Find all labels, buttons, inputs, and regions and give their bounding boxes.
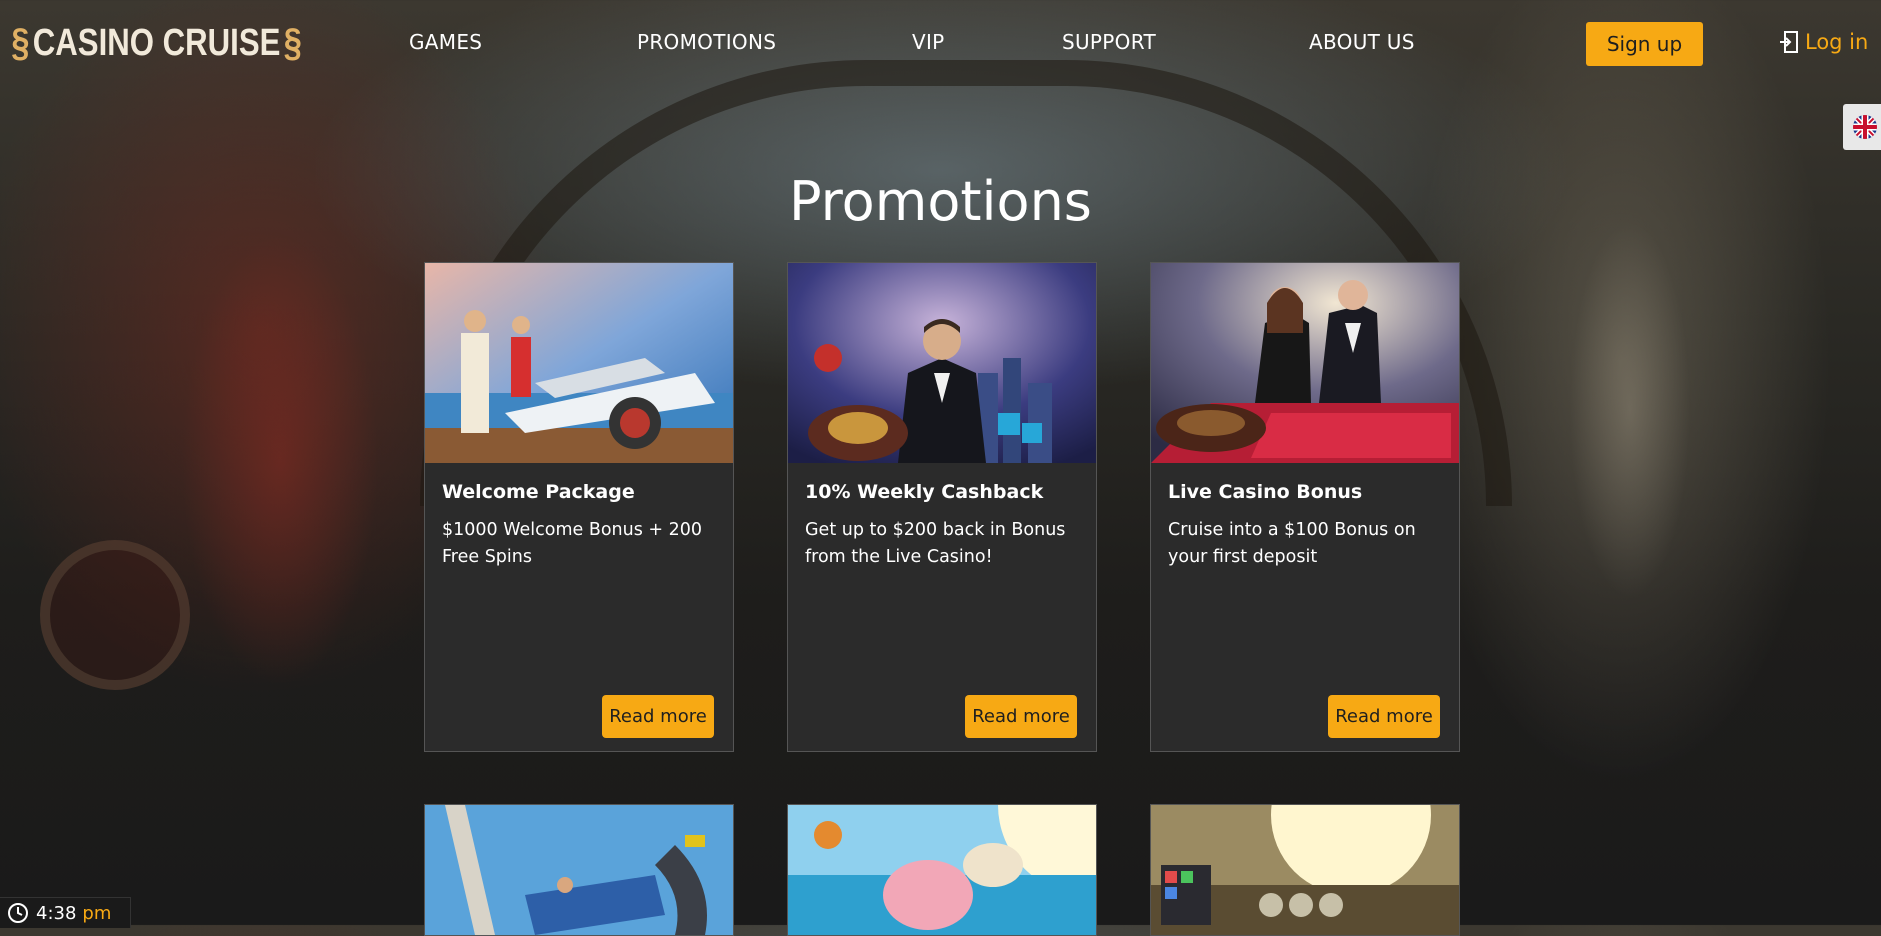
- uk-flag-icon: [1853, 115, 1877, 139]
- promo-image-roulette-table[interactable]: [1151, 263, 1459, 463]
- nav-games[interactable]: GAMES: [409, 30, 482, 54]
- nav-promotions[interactable]: PROMOTIONS: [637, 30, 776, 54]
- nav-vip[interactable]: VIP: [912, 30, 945, 54]
- promo-description: $1000 Welcome Bonus + 200 Free Spins: [442, 520, 703, 567]
- promo-card-live-casino-bonus: Live Casino Bonus Cruise into a $100 Bon…: [1150, 262, 1460, 752]
- promo-card-lower-3[interactable]: [1150, 804, 1460, 936]
- read-more-button[interactable]: Read more: [965, 695, 1077, 738]
- clock-icon: [8, 903, 28, 923]
- clock-ampm: pm: [82, 902, 112, 924]
- promo-description: Cruise into a $100 Bonus on your first d…: [1168, 520, 1416, 567]
- promo-card-lower-2[interactable]: [787, 804, 1097, 936]
- log-in-link[interactable]: Log in: [1779, 30, 1868, 54]
- promo-card-welcome-package: Welcome Package $1000 Welcome Bonus + 20…: [424, 262, 734, 752]
- sign-up-button[interactable]: Sign up: [1586, 22, 1703, 66]
- promo-card-lower-1[interactable]: [424, 804, 734, 936]
- background-clock: [40, 540, 190, 690]
- login-icon: [1780, 31, 1798, 53]
- clock-time: 4:38: [36, 902, 77, 924]
- promo-title: Live Casino Bonus: [1168, 481, 1363, 503]
- read-more-button[interactable]: Read more: [1328, 695, 1440, 738]
- promo-card-weekly-cashback: 10% Weekly Cashback Get up to $200 back …: [787, 262, 1097, 752]
- site-header: § CASINO CRUISE § GAMES PROMOTIONS VIP S…: [0, 0, 1881, 150]
- promo-image-cruise-ship[interactable]: [425, 263, 733, 463]
- log-in-label: Log in: [1805, 30, 1869, 54]
- nav-support[interactable]: SUPPORT: [1062, 30, 1156, 54]
- promo-title: Welcome Package: [442, 481, 635, 503]
- nav-about-us[interactable]: ABOUT US: [1309, 30, 1415, 54]
- casino-cruise-logo[interactable]: § CASINO CRUISE §: [8, 18, 305, 68]
- promo-image-gentleman-casino[interactable]: [788, 263, 1096, 463]
- clock-widget: 4:38 pm: [0, 897, 131, 928]
- promo-description: Get up to $200 back in Bonus from the Li…: [805, 520, 1066, 567]
- language-selector[interactable]: [1843, 104, 1881, 150]
- seahorse-right-icon: §: [283, 20, 302, 65]
- logo-text: CASINO CRUISE: [32, 21, 281, 64]
- page-title: Promotions: [789, 170, 1092, 233]
- promo-title: 10% Weekly Cashback: [805, 481, 1044, 503]
- read-more-button[interactable]: Read more: [602, 695, 714, 738]
- seahorse-left-icon: §: [11, 20, 30, 65]
